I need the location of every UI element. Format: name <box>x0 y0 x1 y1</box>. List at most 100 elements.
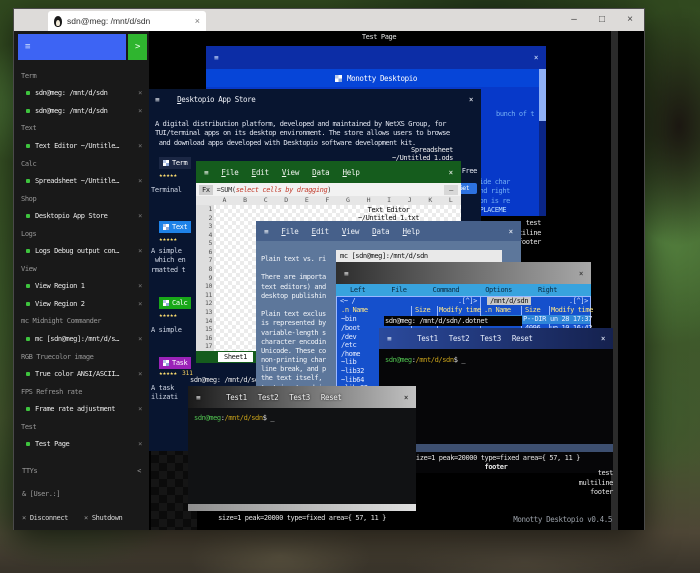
taskbar-row[interactable]: mc Midnight Commander <box>14 313 149 331</box>
tab-button[interactable]: Test2 <box>258 393 279 402</box>
disconnect-icon[interactable]: × <box>22 514 26 522</box>
disconnect-button[interactable]: Disconnect <box>30 514 69 522</box>
close-icon[interactable]: × <box>134 89 142 97</box>
close-icon[interactable]: × <box>593 334 613 343</box>
row-number[interactable]: 4 <box>196 230 214 240</box>
taskbar-row[interactable]: Frame rate adjustment × <box>14 400 149 418</box>
close-icon[interactable]: × <box>509 227 514 236</box>
test-page-titlebar[interactable]: ≡ × <box>206 46 546 69</box>
row-number[interactable]: 8 <box>196 265 214 274</box>
row-number[interactable]: 2 <box>196 213 214 223</box>
collapse-icon[interactable]: < <box>137 467 141 475</box>
app-chip-task[interactable]: Task <box>159 357 192 369</box>
row-number[interactable]: 13 <box>196 307 214 317</box>
gray-window-titlebar[interactable]: ≡ Test1 Test2 Test3 Reset × <box>188 386 416 408</box>
menu-item[interactable]: View <box>282 168 299 177</box>
minimize-button[interactable]: – <box>560 9 588 31</box>
row-number[interactable]: 11 <box>196 290 214 300</box>
sheet-tab[interactable]: Sheet1 <box>218 352 253 362</box>
maximize-button[interactable]: □ <box>588 9 616 31</box>
panel-path-row[interactable]: /mnt/d/sdn .[^]> <box>481 297 590 306</box>
taskbar-row[interactable]: RGB Truecolor image <box>14 348 149 366</box>
terminal-tab[interactable]: sdn@meg: /mnt/d/sdn × <box>48 11 206 31</box>
taskbar-row[interactable]: Text <box>14 120 149 138</box>
close-icon[interactable]: × <box>449 168 454 177</box>
app-chip-calc[interactable]: Calc <box>159 297 192 309</box>
row-number[interactable]: 14 <box>196 316 214 326</box>
formula-bar[interactable]: Fx =SUM(select cells by dragging) – <box>196 183 461 196</box>
close-icon[interactable]: × <box>571 269 591 278</box>
column-header[interactable]: A <box>214 196 235 205</box>
tab-button[interactable]: Test2 <box>449 334 470 343</box>
taskbar-row[interactable]: Calc <box>14 155 149 173</box>
menu-item[interactable]: Help <box>402 227 419 236</box>
scrollbar-thumb[interactable] <box>539 69 546 121</box>
window-menu-icon[interactable]: ≡ <box>264 227 269 236</box>
window-menu-icon[interactable]: ≡ <box>206 53 226 62</box>
close-icon[interactable]: × <box>461 95 481 104</box>
taskbar-row[interactable]: Test Page × <box>14 435 149 453</box>
row-number[interactable]: 6 <box>196 247 214 257</box>
taskbar-row[interactable]: sdn@meg: /mnt/d/sdn × <box>14 102 149 120</box>
mc-menu-item[interactable]: Command <box>433 286 460 294</box>
mc-menu-item[interactable]: File <box>391 286 407 294</box>
row-number[interactable]: 12 <box>196 299 214 308</box>
app-chip-term[interactable]: Term <box>159 157 192 169</box>
menu-item[interactable]: File <box>221 168 238 177</box>
menu-item[interactable]: Edit <box>252 168 269 177</box>
mc-menu-item[interactable]: Options <box>485 286 512 294</box>
row-number[interactable]: 16 <box>196 333 214 343</box>
taskbar-row[interactable]: Test <box>14 418 149 436</box>
close-icon[interactable]: × <box>134 440 142 448</box>
taskbar-row[interactable]: Logs Debug output con… × <box>14 242 149 260</box>
close-icon[interactable]: × <box>526 53 546 62</box>
row-number[interactable]: 3 <box>196 222 214 231</box>
tab-button[interactable]: Test3 <box>480 334 501 343</box>
close-icon[interactable]: × <box>134 142 142 150</box>
row-number[interactable]: 5 <box>196 239 214 248</box>
window-menu-icon[interactable]: ≡ <box>188 393 208 402</box>
tab-button[interactable]: Test1 <box>417 334 438 343</box>
close-icon[interactable]: × <box>134 247 142 255</box>
menu-item[interactable]: Help <box>342 168 359 177</box>
close-icon[interactable]: × <box>134 177 142 185</box>
close-button[interactable]: × <box>616 9 644 31</box>
menu-item[interactable]: Edit <box>312 227 329 236</box>
close-icon[interactable]: × <box>134 335 142 343</box>
close-icon[interactable]: × <box>134 405 142 413</box>
mc-menu-item[interactable]: Right <box>538 286 557 294</box>
taskbar-row[interactable]: Term <box>14 67 149 85</box>
minimize-icon[interactable]: – <box>444 184 458 195</box>
mc-menu-item[interactable]: Left <box>350 286 366 294</box>
tab-close-icon[interactable]: × <box>195 16 200 26</box>
taskbar-row[interactable]: Text Editor ~/Untitle… × <box>14 137 149 155</box>
close-icon[interactable]: × <box>134 300 142 308</box>
fx-button[interactable]: Fx <box>199 184 213 195</box>
user-row[interactable]: & [User.:] <box>14 484 149 504</box>
shutdown-icon[interactable]: × <box>84 514 88 522</box>
row-number[interactable]: 7 <box>196 256 214 266</box>
window-menu-icon[interactable]: ≡ <box>204 168 209 177</box>
close-icon[interactable]: × <box>396 393 416 402</box>
taskbar-expand-button[interactable]: > <box>128 34 147 60</box>
close-icon[interactable]: × <box>134 107 142 115</box>
window-menu-icon[interactable]: ≡ <box>336 269 356 278</box>
taskbar-row[interactable]: mc [sdn@meg]:/mnt/d/s… × <box>14 330 149 348</box>
menu-item[interactable]: View <box>342 227 359 236</box>
taskbar-row[interactable]: View <box>14 260 149 278</box>
ttys-row[interactable]: TTYs < <box>14 461 149 481</box>
taskbar-row[interactable]: FPS Refresh rate <box>14 383 149 401</box>
taskbar-row[interactable]: View Region 1 × <box>14 278 149 296</box>
taskbar-row[interactable]: Logs <box>14 225 149 243</box>
taskbar-row[interactable]: Spreadsheet ~/Untitle… × <box>14 172 149 190</box>
menu-item[interactable]: File <box>281 227 298 236</box>
blue-window-titlebar[interactable]: ≡ Test1 Test2 Test3 Reset × <box>379 328 613 349</box>
taskbar-row[interactable]: Desktopio App Store × <box>14 207 149 225</box>
shutdown-button[interactable]: Shutdown <box>92 514 123 522</box>
menu-item[interactable]: Data <box>372 227 389 236</box>
shell-prompt[interactable]: sdn@meg:/mnt/d/sdn$ _ <box>385 356 466 364</box>
row-number[interactable]: 15 <box>196 325 214 334</box>
tab-button[interactable]: Reset <box>512 334 533 343</box>
close-icon[interactable]: × <box>134 370 142 378</box>
taskbar-row[interactable]: View Region 2 × <box>14 295 149 313</box>
